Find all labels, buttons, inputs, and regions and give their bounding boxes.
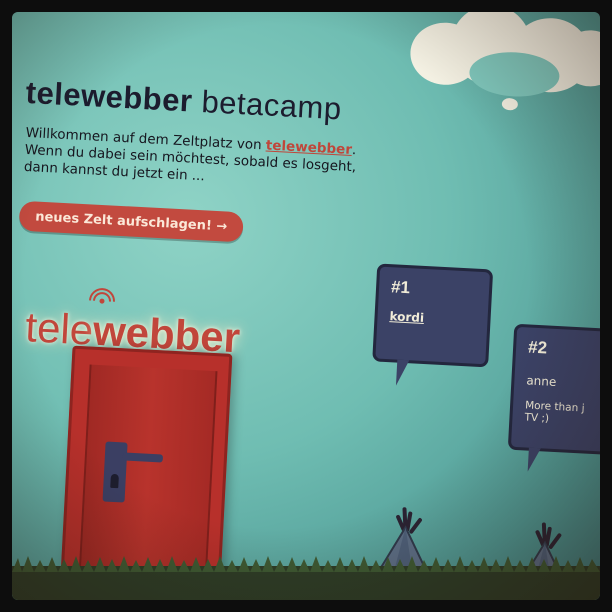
- screen-frame: telewebber betacamp Willkommen auf dem Z…: [12, 12, 600, 600]
- title-bold: telewebber: [24, 74, 194, 119]
- bubble-rank: #1: [390, 277, 411, 298]
- bubble-message-line2: TV ;): [524, 411, 550, 425]
- title-regular: betacamp: [191, 83, 343, 127]
- grass-blades: [12, 556, 600, 572]
- new-tent-button[interactable]: neues Zelt aufschlagen! →: [18, 200, 245, 243]
- cloud-graphic: [408, 12, 600, 111]
- bubble-tail: [527, 447, 541, 473]
- page-title: telewebber betacamp: [25, 75, 343, 128]
- speech-bubble-1: #1 kordi: [372, 263, 494, 387]
- grass-strip: [12, 556, 600, 600]
- intro-text: Willkommen auf dem Zeltplatz von teleweb…: [23, 125, 405, 196]
- webpage: telewebber betacamp Willkommen auf dem Z…: [12, 12, 600, 600]
- bubble-message: More than j TV ;): [524, 399, 600, 428]
- bubble-rank: #2: [527, 337, 548, 358]
- keyhole-icon: [110, 473, 119, 489]
- bubble-user: anne: [526, 373, 557, 389]
- bubble-user-link[interactable]: kordi: [389, 309, 424, 325]
- speech-bubble-2: #2 anne More than j TV ;): [507, 323, 600, 473]
- bubble-tail: [395, 359, 410, 387]
- door-handle-icon: [102, 441, 164, 503]
- intro-line1-end: .: [351, 141, 357, 159]
